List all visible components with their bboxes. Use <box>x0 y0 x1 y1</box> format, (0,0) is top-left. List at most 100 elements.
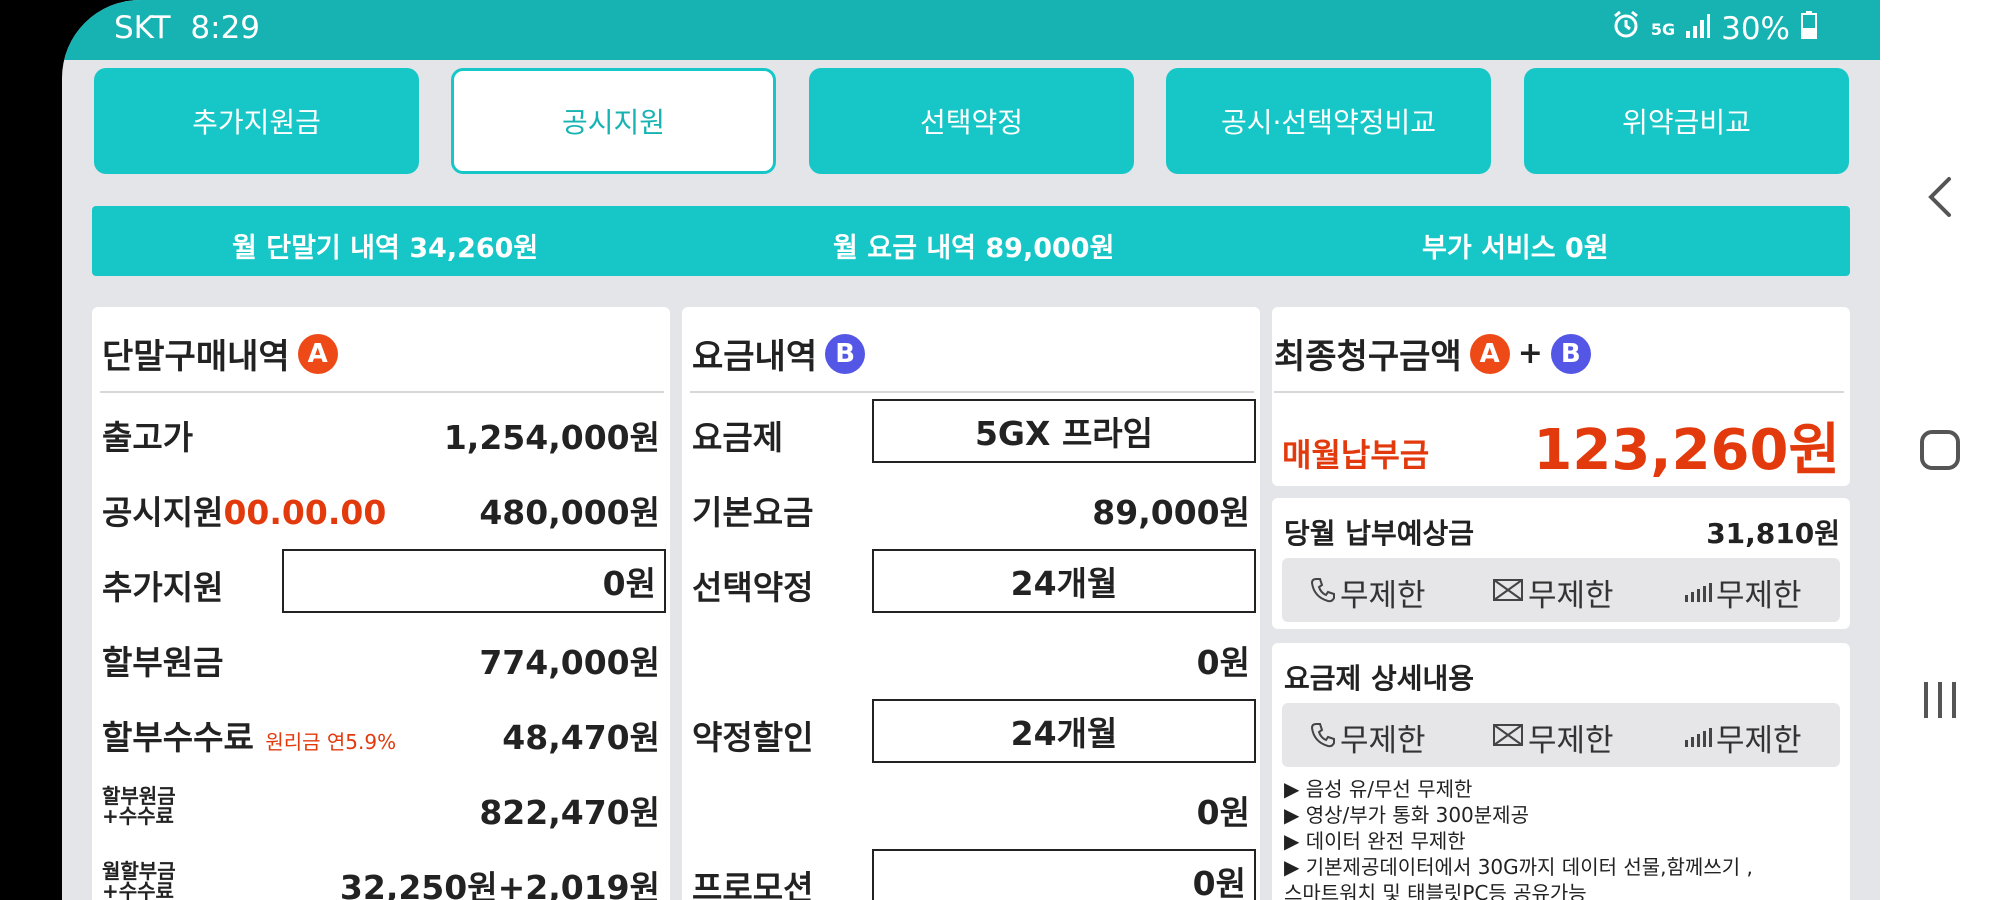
principal-label: 할부원금 <box>102 643 224 682</box>
recents-button[interactable] <box>1880 678 2000 726</box>
release-price-label: 출고가 <box>102 418 194 457</box>
plan-allowance-strip: 무제한 무제한 무제한 <box>1282 703 1840 767</box>
promo-input[interactable]: 0원 <box>872 849 1256 900</box>
signal-bars-icon <box>1684 575 1712 611</box>
recents-icon <box>1920 678 1960 726</box>
contract-label: 선택약정 <box>692 568 814 607</box>
monthly-installment-label-line2: +수수료 <box>102 879 174 900</box>
voice-allowance-value: 무제한 <box>1340 723 1426 759</box>
plan-detail-title: 요금제 상세내용 <box>1284 662 1475 695</box>
carrier-label: SKT <box>114 10 171 46</box>
monthly-payment-label: 매월납부금 <box>1282 436 1430 474</box>
voice-allowance: 무제한 <box>1310 715 1426 760</box>
tab-public-support[interactable]: 공시지원 <box>451 68 776 174</box>
sms-allowance-value: 무제한 <box>1528 723 1614 759</box>
extra-support-label: 추가지원 <box>102 568 224 607</box>
tab-label: 추가지원금 <box>192 106 321 139</box>
badge-a: A <box>1469 333 1510 374</box>
tab-label: 공시지원 <box>561 106 666 139</box>
mail-icon <box>1492 720 1524 756</box>
detail-bullet: 스마트워치 및 태블릿PC등 공유가능 <box>1284 881 1587 900</box>
discount-select-value: 24개월 <box>1010 714 1118 753</box>
network-5g-icon: 5G <box>1650 19 1676 39</box>
data-allowance-value: 무제한 <box>1716 578 1802 614</box>
final-panel-title: 최종청구금액 A + B <box>1274 329 1591 378</box>
promo-label: 프로모션 <box>692 868 814 900</box>
plan-select-value: 5GX 프라임 <box>974 414 1154 453</box>
detail-bullet: ▶ 데이터 완전 무제한 <box>1284 829 1466 853</box>
interest-rate-note: 원리금 연5.9% <box>265 730 397 754</box>
device-panel-title-text: 단말구매내역 <box>102 337 290 377</box>
detail-bullet: ▶ 기본제공데이터에서 30G까지 데이터 선물,함께쓰기 , <box>1284 855 1753 879</box>
phone-icon <box>1310 720 1336 756</box>
mail-icon <box>1492 575 1524 611</box>
allowance-strip: 무제한 무제한 무제한 <box>1282 558 1840 622</box>
device-purchase-panel: 단말구매내역 A 출고가 1,254,000원 공시지원00.00.00 480… <box>92 307 670 900</box>
tab-selective-contract[interactable]: 선택약정 <box>809 68 1134 174</box>
summary-plan: 월 요금 내역 89,000원 <box>833 233 1115 264</box>
data-allowance: 무제한 <box>1684 570 1802 615</box>
final-panel-title-text: 최종청구금액 <box>1274 337 1462 377</box>
device-panel-title: 단말구매내역 A <box>102 329 338 378</box>
principal-fee-label-line1: 할부원금 <box>102 784 176 808</box>
plan-detail-panel: 요금제 상세내용 무제한 무제한 무제한 ▶ 음성 유/무선 무제한 ▶ 영상/… <box>1272 643 1850 900</box>
contract-select[interactable]: 24개월 <box>872 549 1256 613</box>
base-fee-value: 89,000원 <box>1092 493 1250 532</box>
plan-panel-title: 요금내역 B <box>692 329 866 378</box>
monthly-installment-value: 32,250원+2,019원 <box>339 868 660 900</box>
home-button[interactable] <box>1880 428 2000 476</box>
system-nav-bar <box>1880 0 2000 900</box>
monthly-installment-label: 월할부금 +수수료 <box>102 861 176 900</box>
tab-label: 위약금비교 <box>1622 106 1751 139</box>
promo-input-value: 0원 <box>1192 864 1246 900</box>
badge-b: B <box>825 333 866 374</box>
alarm-icon <box>1611 10 1641 48</box>
plan-panel-title-text: 요금내역 <box>692 337 818 377</box>
battery-percent: 30% <box>1721 11 1790 47</box>
monthly-installment-label-line1: 월할부금 <box>102 859 176 883</box>
signal-icon <box>1685 11 1711 47</box>
back-button[interactable] <box>1880 175 2000 223</box>
contract-select-value: 24개월 <box>1010 564 1118 603</box>
voice-allowance-value: 무제한 <box>1340 578 1426 614</box>
subsidy-date: 00.00.00 <box>223 493 387 532</box>
extra-support-input[interactable]: 0원 <box>282 549 666 613</box>
detail-bullet: ▶ 영상/부가 통화 300분제공 <box>1284 803 1529 827</box>
this-month-label: 당월 납부예상금 <box>1284 517 1475 550</box>
tab-label: 선택약정 <box>919 106 1024 139</box>
battery-icon <box>1800 10 1818 48</box>
installment-fee-label-text: 할부수수료 <box>102 718 254 757</box>
subsidy-label: 공시지원00.00.00 <box>102 486 386 534</box>
home-square-icon <box>1918 428 1962 476</box>
subsidy-value: 480,000원 <box>479 493 660 532</box>
final-billing-panel: 최종청구금액 A + B 매월납부금 123,260원 <box>1272 307 1850 486</box>
badge-b: B <box>1550 333 1591 374</box>
sms-allowance: 무제한 <box>1492 715 1614 760</box>
tab-penalty-compare[interactable]: 위약금비교 <box>1524 68 1849 174</box>
divider <box>100 391 664 393</box>
badge-a: A <box>297 333 338 374</box>
discount-select[interactable]: 24개월 <box>872 699 1256 763</box>
divider <box>690 391 1254 393</box>
principal-fee-label: 할부원금 +수수료 <box>102 786 176 826</box>
app-screen: SKT 8:29 5G 30% 추가지원금 공시지원 선택약정 공시·선택약정비… <box>62 0 1880 900</box>
base-fee-label: 기본요금 <box>692 493 814 532</box>
principal-fee-value: 822,470원 <box>479 793 660 832</box>
principal-fee-label-line2: +수수료 <box>102 804 174 828</box>
plan-label: 요금제 <box>692 418 784 457</box>
detail-bullet: ▶ 음성 유/무선 무제한 <box>1284 777 1473 801</box>
principal-value: 774,000원 <box>479 643 660 682</box>
tab-compare[interactable]: 공시·선택약정비교 <box>1166 68 1491 174</box>
installment-fee-value: 48,470원 <box>502 718 660 757</box>
plus-sign: + <box>1517 336 1543 371</box>
plan-select[interactable]: 5GX 프라임 <box>872 399 1256 463</box>
extra-support-value: 0원 <box>602 564 656 603</box>
summary-device: 월 단말기 내역 34,260원 <box>232 233 539 264</box>
signal-bars-icon <box>1684 720 1712 756</box>
release-price-value: 1,254,000원 <box>443 418 660 457</box>
tab-extra-support[interactable]: 추가지원금 <box>94 68 419 174</box>
installment-fee-label: 할부수수료 원리금 연5.9% <box>102 711 396 759</box>
monthly-summary-bar: 월 단말기 내역 34,260원 월 요금 내역 89,000원 부가 서비스 … <box>92 206 1850 276</box>
status-right: 5G 30% <box>1611 10 1818 48</box>
summary-addon: 부가 서비스 0원 <box>1422 233 1609 264</box>
